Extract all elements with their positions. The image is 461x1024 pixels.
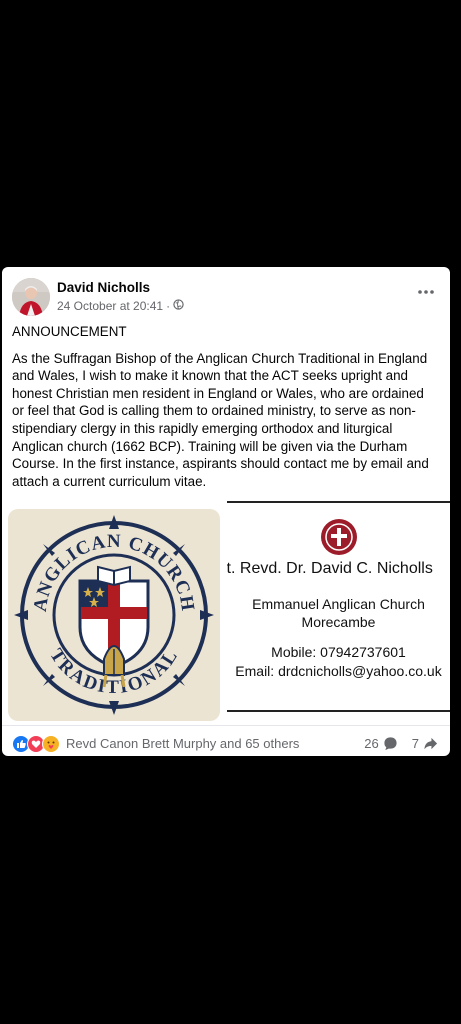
reaction-icons[interactable] [12,735,60,753]
more-options-button[interactable] [418,281,434,299]
card-email: Email: drdcnicholls@yahoo.co.uk [235,663,442,679]
engagement-counts: 26 7 [364,736,438,751]
card-town: Morecambe [301,614,376,630]
avatar[interactable] [12,278,50,316]
post-footer: Revd Canon Brett Murphy and 65 others 26… [2,725,450,756]
share-icon [424,737,438,750]
logo-image[interactable]: ANGLICAN CHURCH TRADITIONAL [8,509,220,721]
comment-icon [384,737,397,751]
comments-count[interactable]: 26 [364,736,378,751]
church-seal-icon [321,519,357,555]
care-icon [42,735,60,753]
shares-count[interactable]: 7 [412,736,419,751]
post-heading: ANNOUNCEMENT [12,324,127,339]
post-meta: 24 October at 20:41 · [57,299,184,313]
meta-separator: · [166,299,171,313]
reactions-summary[interactable]: Revd Canon Brett Murphy and 65 others [66,736,299,751]
author-name[interactable]: David Nicholls [57,280,150,295]
card-church: Emmanuel Anglican Church [252,596,425,612]
post-body: As the Suffragan Bishop of the Anglican … [12,350,429,489]
post-timestamp[interactable]: 24 October at 20:41 [57,299,163,313]
post-card: David Nicholls 24 October at 20:41 · ANN… [2,267,450,756]
post-text: ANNOUNCEMENT As the Suffragan Bishop of … [12,323,432,499]
card-bottom-rule [227,710,450,712]
business-card-image[interactable]: Rt. Revd. Dr. David C. Nicholls Emmanuel… [227,501,450,725]
card-top-rule [227,501,450,503]
post-media[interactable]: ANGLICAN CHURCH TRADITIONAL [8,501,450,725]
card-mobile: Mobile: 07942737601 [271,644,406,660]
globe-icon [173,299,184,313]
card-name: Rt. Revd. Dr. David C. Nicholls [227,560,433,577]
more-horizontal-icon [418,290,434,294]
